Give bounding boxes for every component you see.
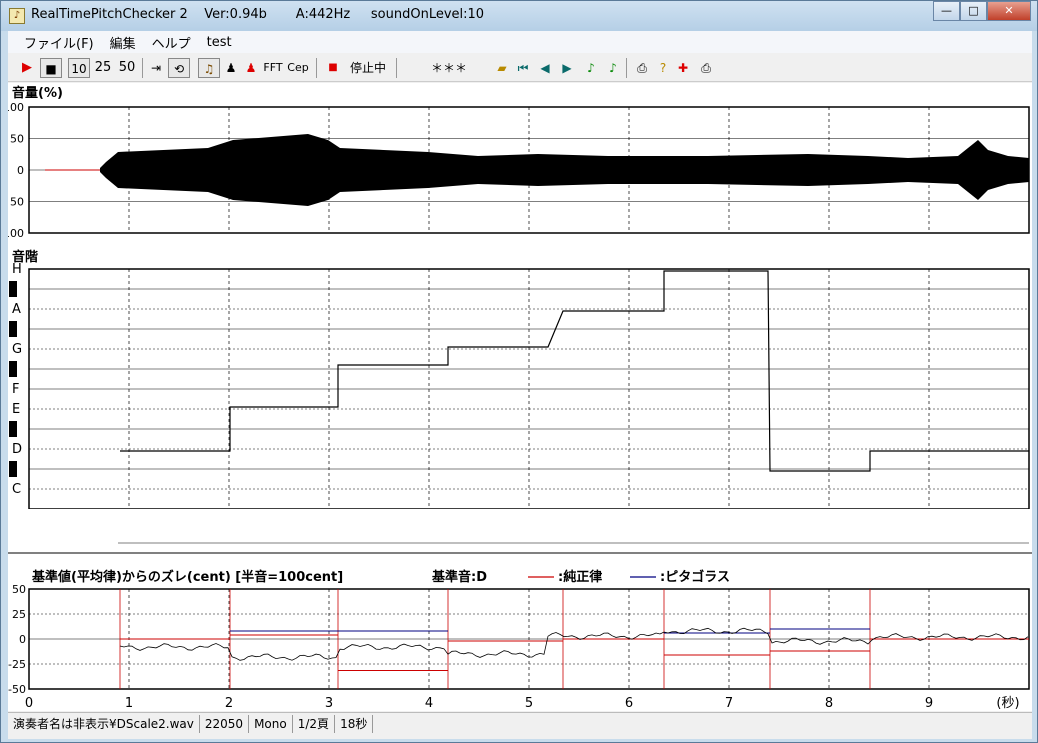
black-key xyxy=(9,461,17,477)
loop-icon[interactable]: ⟲ xyxy=(168,58,190,78)
person-red-icon[interactable]: ♟ xyxy=(242,58,260,78)
minimize-button[interactable]: — xyxy=(933,1,960,21)
fft-button[interactable]: FFT xyxy=(262,58,284,78)
legend-just-label: :純正律 xyxy=(558,569,602,585)
menu-test[interactable]: test xyxy=(199,33,240,52)
time-tick-label: 3 xyxy=(325,696,333,711)
speed-10-button[interactable]: 10 xyxy=(68,58,90,78)
legend-pyth-label: :ピタゴラス xyxy=(660,569,730,585)
stop-icon[interactable]: ■ xyxy=(40,58,62,78)
piano-strip xyxy=(8,509,1032,553)
maximize-button[interactable]: □ xyxy=(960,1,987,21)
menu-help[interactable]: ヘルプ xyxy=(144,31,199,54)
cent-tick-label: 0 xyxy=(19,633,26,646)
note-icon[interactable]: ♪ xyxy=(582,58,600,78)
note-label: D xyxy=(12,442,22,457)
status-page: 1/2頁 xyxy=(293,714,336,733)
record-stop-icon[interactable]: ■ xyxy=(324,58,342,78)
pitch-plot[interactable]: 音量(%)10050050100音階HAGFEDC基準値(平均律)からのズレ(c… xyxy=(3,83,1032,711)
print-alt-icon[interactable]: ⎙ xyxy=(696,58,716,78)
note-label: G xyxy=(12,342,22,357)
black-key xyxy=(9,421,17,437)
note-label: A xyxy=(12,302,21,317)
volume-tick-label: 100 xyxy=(8,101,24,114)
time-tick-label: 8 xyxy=(825,696,833,711)
open-folder-icon[interactable]: ▰ xyxy=(492,58,512,78)
play-icon[interactable]: ▶ xyxy=(16,58,38,78)
cent-tick-label: 25 xyxy=(12,608,26,621)
volume-tick-label: 100 xyxy=(8,227,24,240)
time-tick-label: 1 xyxy=(125,696,133,711)
black-key xyxy=(9,361,17,377)
menu-edit[interactable]: 編集 xyxy=(102,31,144,54)
note-label: H xyxy=(12,262,22,277)
app-icon: ♪ xyxy=(9,8,25,24)
status-text: 停止中 xyxy=(349,61,386,75)
title-bar[interactable]: ♪ RealTimePitchChecker 2 Ver:0.94b A:442… xyxy=(1,1,1037,31)
time-tick-label: 0 xyxy=(25,696,33,711)
status-bar: 演奏者名は非表示¥DScale2.wav 22050 Mono 1/2頁 18秒 xyxy=(8,712,1032,734)
app-window: ♪ RealTimePitchChecker 2 Ver:0.94b A:442… xyxy=(0,0,1038,743)
time-tick-label: 4 xyxy=(425,696,433,711)
close-button[interactable]: ✕ xyxy=(987,1,1031,21)
speed-25-button[interactable]: 25 xyxy=(92,58,114,78)
cent-tick-label: 50 xyxy=(12,583,26,596)
status-duration: 18秒 xyxy=(335,714,374,733)
black-key xyxy=(9,281,17,297)
violin-icon[interactable]: ♫ xyxy=(198,58,220,78)
status-file: 演奏者名は非表示¥DScale2.wav xyxy=(8,714,200,733)
stars-text: ＊＊＊ xyxy=(430,61,467,75)
prev-page-icon[interactable]: ◀ xyxy=(536,58,554,78)
help-icon[interactable]: ? xyxy=(654,58,672,78)
toolbar: ▶ ■ 10 25 50 ⇥ ⟲ ♫ ♟ ♟ FFT Cep ■ 停止中 ＊＊＊… xyxy=(8,54,1032,82)
menu-file[interactable]: ファイル(F) xyxy=(16,31,102,54)
time-tick-label: 6 xyxy=(625,696,633,711)
cent-title: 基準値(平均律)からのズレ(cent) [半音=100cent] xyxy=(31,569,343,585)
menu-bar: ファイル(F) 編集 ヘルプ test xyxy=(8,31,1032,53)
time-tick-label: 7 xyxy=(725,696,733,711)
note-label: C xyxy=(12,482,21,497)
first-page-icon[interactable]: ⏮ xyxy=(514,58,532,78)
plot-area: 音量(%)10050050100音階HAGFEDC基準値(平均律)からのズレ(c… xyxy=(3,83,1032,711)
time-tick-label: 5 xyxy=(525,696,533,711)
time-tick-label: 9 xyxy=(925,696,933,711)
window-title: RealTimePitchChecker 2 Ver:0.94b A:442Hz… xyxy=(31,7,485,22)
client-area: ファイル(F) 編集 ヘルプ test ▶ ■ 10 25 50 ⇥ ⟲ ♫ ♟… xyxy=(3,31,1032,739)
status-rate: 22050 xyxy=(200,714,250,733)
next-page-icon[interactable]: ▶ xyxy=(558,58,576,78)
time-unit-label: (秒) xyxy=(996,696,1019,711)
cep-button[interactable]: Cep xyxy=(286,58,310,78)
skip-to-end-icon[interactable]: ⇥ xyxy=(146,58,166,78)
note-label: E xyxy=(12,402,20,417)
base-tone-label: 基準音:D xyxy=(431,569,487,585)
black-key xyxy=(9,321,17,337)
time-tick-label: 2 xyxy=(225,696,233,711)
note-label: F xyxy=(12,382,19,397)
cent-tick-label: -25 xyxy=(8,658,26,671)
print-icon[interactable]: ⎙ xyxy=(632,58,652,78)
note-alt-icon[interactable]: ♪ xyxy=(604,58,622,78)
volume-title: 音量(%) xyxy=(12,85,63,101)
speed-50-button[interactable]: 50 xyxy=(116,58,138,78)
cent-tick-label: -50 xyxy=(8,683,26,696)
cursor-icon[interactable]: ✚ xyxy=(674,58,692,78)
volume-tick-label: 50 xyxy=(10,196,24,209)
volume-tick-label: 50 xyxy=(10,133,24,146)
status-channels: Mono xyxy=(249,714,293,733)
volume-tick-label: 0 xyxy=(17,164,24,177)
person-icon[interactable]: ♟ xyxy=(222,58,240,78)
